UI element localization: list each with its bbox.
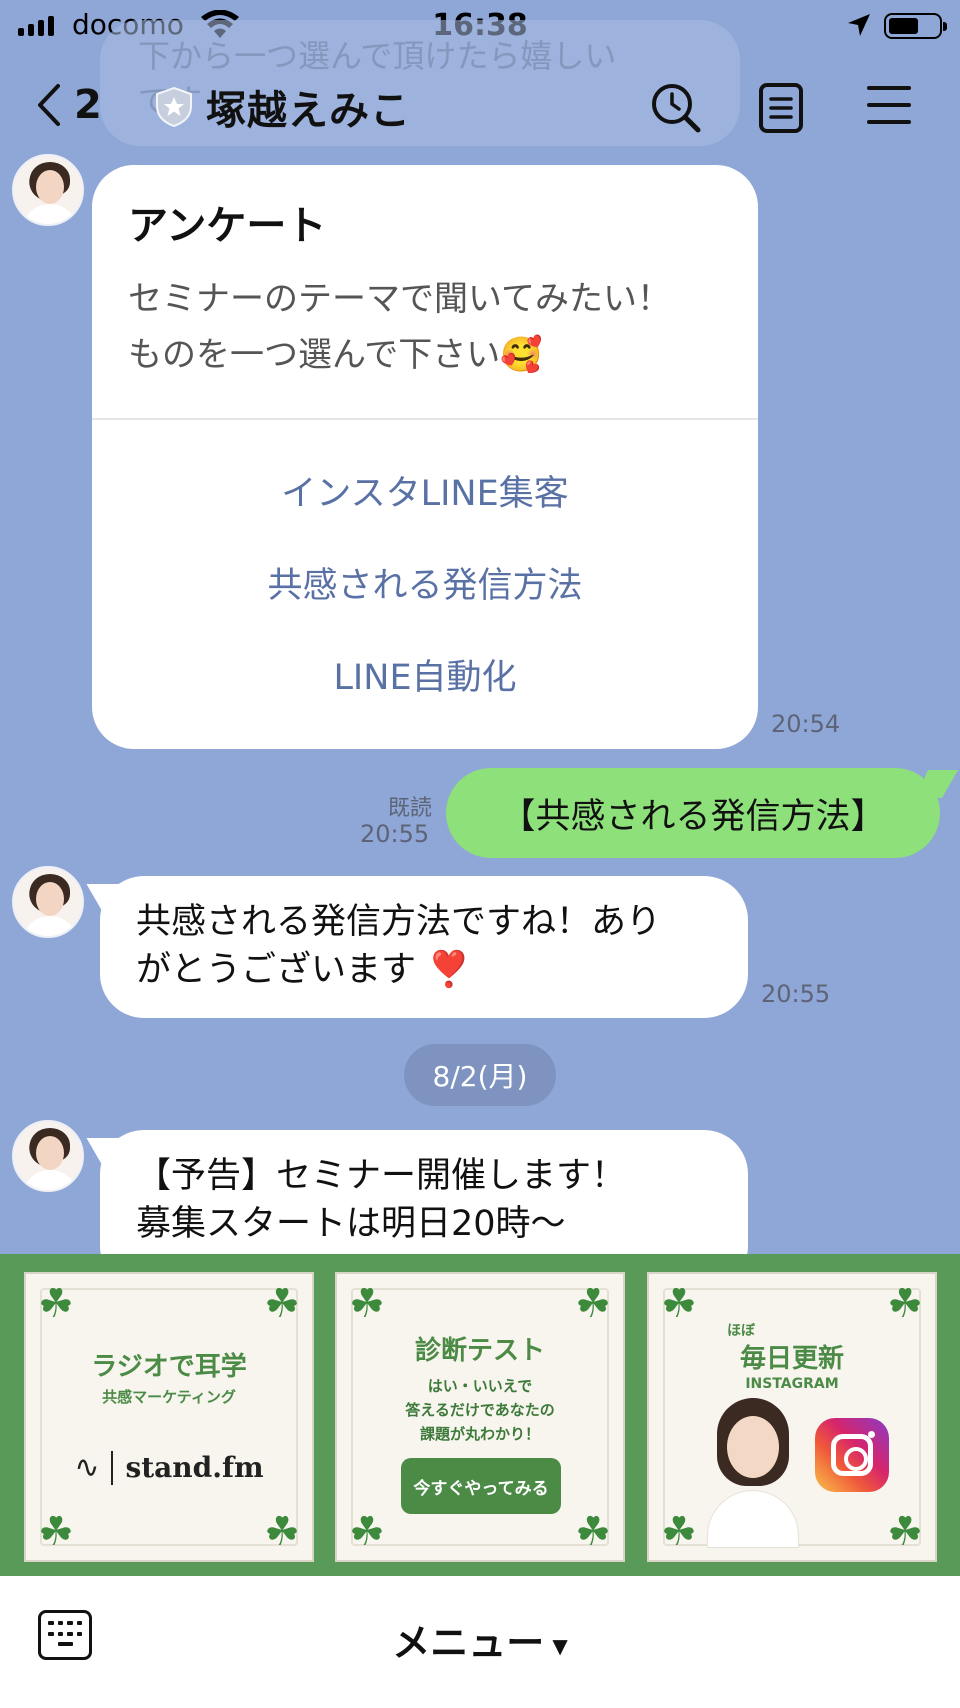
official-shield-icon <box>154 86 194 132</box>
unread-count: 2 <box>74 82 102 128</box>
clover-icon: ☘ <box>38 1281 74 1327</box>
tile-body: はい・いいえで 答えるだけであなたの 課題が丸わかり！ <box>337 1374 623 1446</box>
clover-icon: ☘ <box>575 1509 611 1555</box>
date-separator: 8/2(月) <box>404 1044 556 1106</box>
clover-icon: ☘ <box>575 1281 611 1327</box>
battery-icon <box>884 13 947 39</box>
rich-menu-tile-radio[interactable]: ☘ ☘ ☘ ☘ ラジオで耳学 共感マーケティング ∿ stand.fm <box>24 1272 314 1562</box>
tile-subtitle: INSTAGRAM <box>745 1376 839 1392</box>
bottom-bar: メニュー ▼ <box>0 1576 960 1708</box>
message-line-1: 【予告】セミナー開催します！ <box>136 1156 627 1196</box>
brand-name: stand.fm <box>125 1451 264 1484</box>
clover-icon: ☘ <box>661 1509 697 1555</box>
search-icon[interactable] <box>650 82 702 138</box>
chevron-left-icon <box>38 84 60 126</box>
menu-toggle[interactable]: メニュー ▼ <box>0 1612 960 1667</box>
message-line-2: 募集スタートは明日20時〜 <box>136 1204 566 1244</box>
location-arrow-icon <box>846 12 872 42</box>
instagram-icon <box>815 1418 889 1492</box>
avatar[interactable] <box>12 1120 84 1192</box>
received-message-bubble[interactable]: 共感される発信方法ですね！あり がとうございます ❣️ <box>100 876 748 1018</box>
menu-icon[interactable] <box>866 82 912 132</box>
read-receipt: 既読 <box>387 796 432 821</box>
waveform-icon: ∿ <box>74 1450 100 1485</box>
survey-card: アンケート セミナーのテーマで聞いてみたい！ ものを一つ選んで下さい🥰 インスタ… <box>92 165 758 749</box>
rich-menu-tile-instagram[interactable]: ☘ ☘ ☘ ☘ ほぼ 毎日更新 INSTAGRAM <box>647 1272 937 1562</box>
clover-icon: ☘ <box>887 1509 923 1555</box>
tile-body-line: 答えるだけであなたの <box>405 1401 555 1419</box>
back-button[interactable]: 2 <box>36 82 102 128</box>
message-timestamp: 20:55 <box>761 980 831 1008</box>
try-now-button[interactable]: 今すぐやってみる <box>401 1458 561 1514</box>
clover-icon: ☘ <box>264 1281 300 1327</box>
tile-title: 診断テスト <box>414 1336 545 1366</box>
rich-menu-tile-diagnosis[interactable]: ☘ ☘ ☘ ☘ 診断テスト はい・いいえで 答えるだけであなたの 課題が丸わかり… <box>335 1272 625 1562</box>
survey-option[interactable]: LINE自動化 <box>92 649 758 700</box>
survey-body-line-1: セミナーのテーマで聞いてみたい！ <box>128 279 671 319</box>
clover-icon: ☘ <box>349 1509 385 1555</box>
tile-subtitle: 共感マーケティング <box>102 1388 236 1406</box>
survey-option[interactable]: インスタLINE集客 <box>92 465 758 516</box>
caret-down-icon: ▼ <box>552 1633 568 1658</box>
notes-icon[interactable] <box>758 82 804 138</box>
tile-title: ラジオで耳学 <box>91 1352 247 1382</box>
profile-photo <box>703 1398 803 1548</box>
tile-body-line: 課題が丸わかり！ <box>419 1425 540 1443</box>
tile-body-line: はい・いいえで <box>427 1377 533 1395</box>
message-timestamp: 20:54 <box>771 710 841 738</box>
clover-icon: ☘ <box>38 1509 74 1555</box>
menu-label: メニュー <box>392 1621 545 1665</box>
survey-body-line-2: ものを一つ選んで下さい🥰 <box>128 335 543 375</box>
clover-icon: ☘ <box>264 1509 300 1555</box>
clover-icon: ☘ <box>661 1281 697 1327</box>
message-line-1: 共感される発信方法ですね！あり <box>136 902 662 942</box>
contact-name[interactable]: 塚越えみこ <box>206 78 411 136</box>
sent-message-bubble[interactable]: 【共感される発信方法】 <box>446 768 940 858</box>
divider <box>92 418 758 420</box>
rich-menu: ☘ ☘ ☘ ☘ ラジオで耳学 共感マーケティング ∿ stand.fm ☘ ☘ … <box>0 1254 960 1576</box>
avatar[interactable] <box>12 866 84 938</box>
avatar[interactable] <box>12 154 84 226</box>
tile-small-label: ほぼ <box>727 1323 755 1339</box>
clover-icon: ☘ <box>349 1281 385 1327</box>
message-timestamp: 20:55 <box>360 820 430 848</box>
survey-title: アンケート <box>128 203 327 249</box>
tile-title: 毎日更新 <box>739 1344 844 1374</box>
survey-option[interactable]: 共感される発信方法 <box>92 557 758 608</box>
clover-icon: ☘ <box>887 1281 923 1327</box>
standfm-logo: ∿ stand.fm <box>26 1450 312 1485</box>
message-line-2: がとうございます ❣️ <box>136 950 471 990</box>
survey-body: セミナーのテーマで聞いてみたい！ ものを一つ選んで下さい🥰 <box>128 271 728 383</box>
chat-header: 2 塚越えみこ <box>0 52 960 162</box>
